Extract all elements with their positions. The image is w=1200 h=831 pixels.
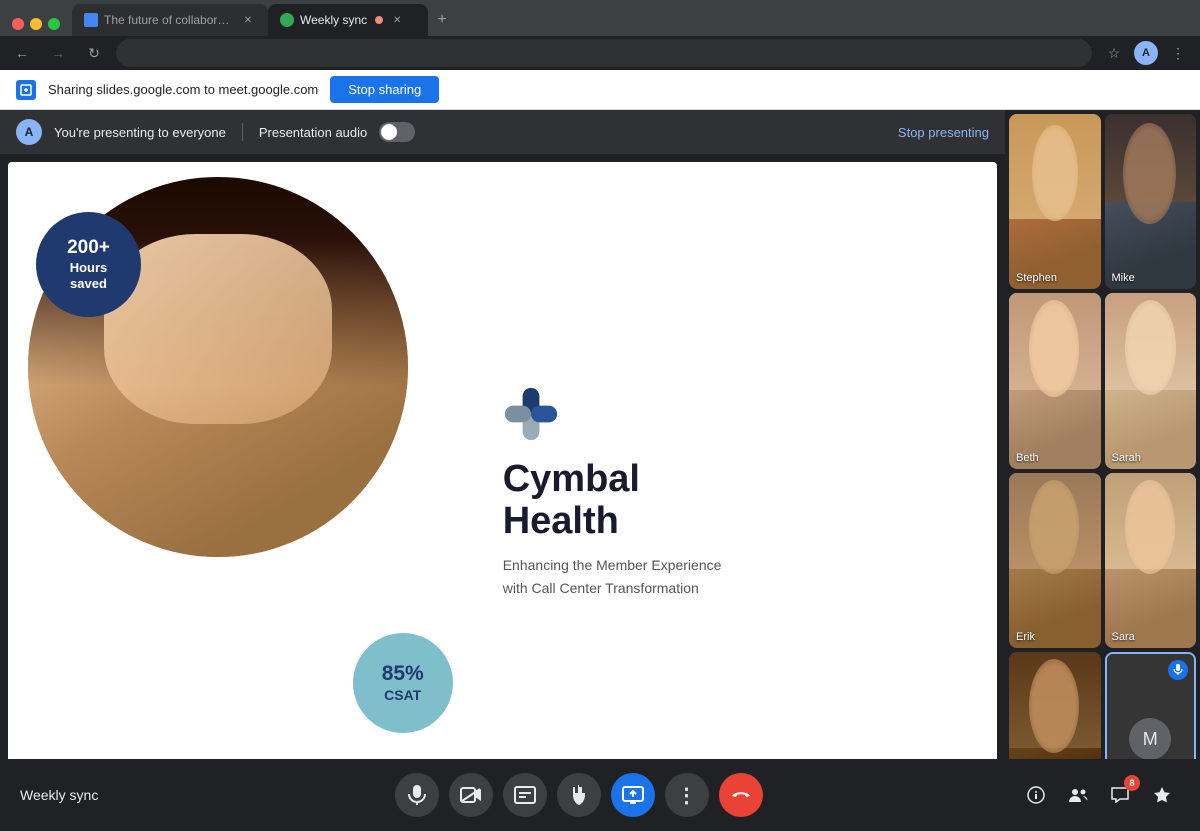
presenter-bar: A You're presenting to everyone Presenta… xyxy=(0,110,1005,154)
people-button[interactable] xyxy=(1060,777,1096,813)
participant-name-stephen: Stephen xyxy=(1016,272,1057,284)
refresh-button[interactable]: ↻ xyxy=(80,39,108,67)
participant-name-erik: Erik xyxy=(1016,631,1035,643)
participant-name-sarah: Sarah xyxy=(1112,452,1141,464)
stop-sharing-button[interactable]: Stop sharing xyxy=(330,76,439,103)
toggle-knob xyxy=(381,124,397,140)
meet-container: A You're presenting to everyone Presenta… xyxy=(0,110,1200,831)
profile-button[interactable]: A xyxy=(1132,39,1160,67)
slide-right: Cymbal Health Enhancing the Member Exper… xyxy=(483,162,997,823)
chat-button[interactable]: 8 xyxy=(1102,777,1138,813)
video-button[interactable] xyxy=(449,773,493,817)
stat-85-bubble: 85% CSAT xyxy=(353,633,453,733)
share-screen-button[interactable] xyxy=(611,773,655,817)
toolbar-controls: ⋮ xyxy=(140,773,1018,817)
minimize-window-button[interactable] xyxy=(30,18,42,30)
audio-toggle[interactable] xyxy=(379,122,415,142)
sharing-text: Sharing slides.google.com to meet.google… xyxy=(48,82,318,97)
address-bar[interactable] xyxy=(116,39,1092,67)
captions-button[interactable] xyxy=(503,773,547,817)
omnibar-actions: ☆ A ⋮ xyxy=(1100,39,1192,67)
tab-meet-title: Weekly sync xyxy=(300,13,367,27)
tab-meet-indicator xyxy=(375,16,383,24)
participant-tile-stephen[interactable]: Stephen xyxy=(1009,114,1101,289)
slide-content: 200+ Hours saved 85% CSAT xyxy=(8,162,997,823)
meet-favicon xyxy=(280,13,294,27)
tab-meet-close[interactable]: ✕ xyxy=(389,12,405,28)
participant-name-mike: Mike xyxy=(1112,272,1135,284)
company-name: Cymbal Health xyxy=(503,459,967,543)
audio-label: Presentation audio xyxy=(259,125,367,140)
toolbar-right: 8 xyxy=(1018,777,1180,813)
tab-meet[interactable]: Weekly sync ✕ xyxy=(268,4,428,36)
tab-slides-close[interactable]: ✕ xyxy=(240,12,256,28)
raise-hand-button[interactable] xyxy=(557,773,601,817)
mic-button[interactable] xyxy=(395,773,439,817)
maximize-window-button[interactable] xyxy=(48,18,60,30)
sharing-icon xyxy=(16,80,36,100)
stat-200-bubble: 200+ Hours saved xyxy=(36,212,141,317)
presentation-area: A You're presenting to everyone Presenta… xyxy=(0,110,1005,831)
you-avatar-initial: M xyxy=(1129,718,1171,760)
bookmark-button[interactable]: ☆ xyxy=(1100,39,1128,67)
sharing-bar: Sharing slides.google.com to meet.google… xyxy=(0,70,1200,110)
company-logo xyxy=(503,386,967,447)
meeting-name-label: Weekly sync xyxy=(20,787,140,803)
stop-presenting-button[interactable]: Stop presenting xyxy=(898,125,989,140)
mic-active-indicator xyxy=(1168,660,1188,680)
omnibar: ← → ↻ ☆ A ⋮ xyxy=(0,36,1200,70)
participants-sidebar: Stephen Mike Beth Sarah Erik xyxy=(1005,110,1200,831)
presenter-avatar: A xyxy=(16,119,42,145)
slides-favicon xyxy=(84,13,98,27)
slide-left: 200+ Hours saved 85% CSAT xyxy=(8,162,483,823)
browser-chrome: The future of collaboration ✕ Weekly syn… xyxy=(0,0,1200,70)
tab-slides[interactable]: The future of collaboration ✕ xyxy=(72,4,268,36)
bottom-toolbar: Weekly sync ⋮ xyxy=(0,759,1200,831)
participant-tile-mike[interactable]: Mike xyxy=(1105,114,1197,289)
chat-badge: 8 xyxy=(1124,775,1140,791)
menu-button[interactable]: ⋮ xyxy=(1164,39,1192,67)
profile-avatar: A xyxy=(1134,41,1158,65)
info-button[interactable] xyxy=(1018,777,1054,813)
end-call-button[interactable] xyxy=(719,773,763,817)
participant-tile-sara[interactable]: Sara xyxy=(1105,473,1197,648)
forward-button[interactable]: → xyxy=(44,39,72,67)
new-tab-button[interactable]: + xyxy=(428,6,456,34)
presenting-text: You're presenting to everyone xyxy=(54,125,226,140)
tab-slides-title: The future of collaboration xyxy=(104,13,234,27)
activities-button[interactable] xyxy=(1144,777,1180,813)
company-tagline: Enhancing the Member Experience with Cal… xyxy=(503,554,967,599)
back-button[interactable]: ← xyxy=(8,39,36,67)
participant-name-sara: Sara xyxy=(1112,631,1135,643)
slide-wrapper: 200+ Hours saved 85% CSAT xyxy=(8,162,997,823)
participant-name-beth: Beth xyxy=(1016,452,1039,464)
participant-tile-erik[interactable]: Erik xyxy=(1009,473,1101,648)
participant-tile-beth[interactable]: Beth xyxy=(1009,293,1101,468)
divider xyxy=(242,123,243,141)
more-options-button[interactable]: ⋮ xyxy=(665,773,709,817)
participant-tile-sarah[interactable]: Sarah xyxy=(1105,293,1197,468)
close-window-button[interactable] xyxy=(12,18,24,30)
